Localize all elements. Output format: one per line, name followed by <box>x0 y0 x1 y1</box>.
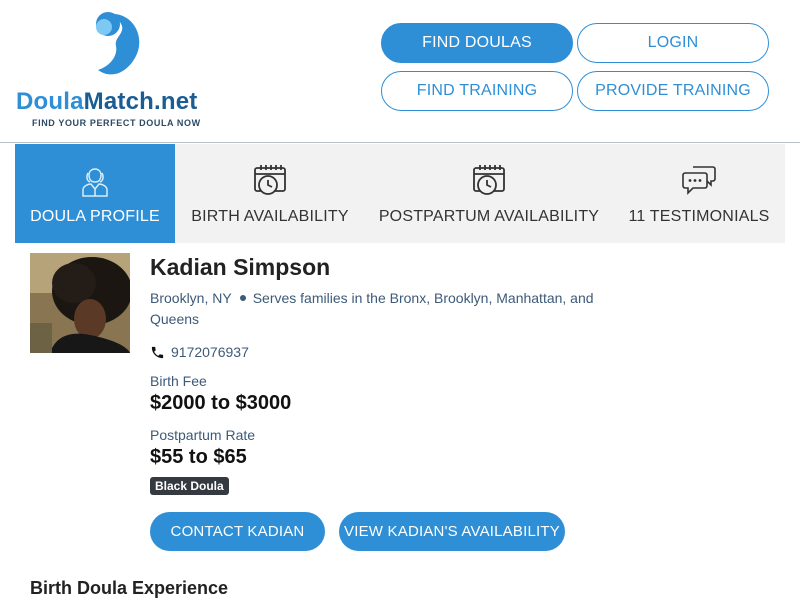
find-training-button[interactable]: FIND TRAINING <box>381 71 573 111</box>
tab-birth-availability[interactable]: BIRTH AVAILABILITY <box>175 144 365 243</box>
logo-wordmark: DoulaMatch.net <box>16 88 197 116</box>
calendar-clock-icon <box>254 165 286 195</box>
doula-phone[interactable]: 9172076937 <box>150 344 249 360</box>
logo-word-part2: Match.net <box>83 88 198 115</box>
separator-dot <box>239 295 246 302</box>
site-logo[interactable]: DoulaMatch.net FIND YOUR PERFECT DOULA N… <box>16 10 221 132</box>
doula-profile-photo <box>30 253 130 353</box>
provide-training-button[interactable]: PROVIDE TRAINING <box>577 71 769 111</box>
tab-doula-profile[interactable]: DOULA PROFILE <box>15 144 175 243</box>
doula-city: Brooklyn, NY <box>150 290 232 306</box>
find-doulas-button[interactable]: FIND DOULAS <box>381 23 573 63</box>
postpartum-rate-label: Postpartum Rate <box>150 427 256 443</box>
birth-fee-label: Birth Fee <box>150 373 207 389</box>
view-availability-button[interactable]: VIEW KADIAN'S AVAILABILITY <box>339 512 565 551</box>
login-button[interactable]: LOGIN <box>577 23 769 63</box>
black-doula-badge: Black Doula <box>150 477 229 495</box>
site-header: DoulaMatch.net FIND YOUR PERFECT DOULA N… <box>0 0 800 143</box>
tab-label: BIRTH AVAILABILITY <box>191 208 349 225</box>
tab-postpartum-availability[interactable]: POSTPARTUM AVAILABILITY <box>365 144 613 243</box>
doula-name: Kadian Simpson <box>150 254 331 280</box>
birth-fee-value: $2000 to $3000 <box>150 392 292 414</box>
doula-location: Brooklyn, NY Serves families in the Bronx… <box>150 288 640 330</box>
dm-logo-icon <box>96 12 140 75</box>
calendar-clock-icon <box>473 165 505 195</box>
contact-doula-button[interactable]: CONTACT KADIAN <box>150 512 325 551</box>
logo-word-part1: Doula <box>16 88 84 115</box>
logo-tagline: FIND YOUR PERFECT DOULA NOW <box>32 118 201 128</box>
profile-tabs: DOULA PROFILE BIRTH AVAILABILITY POSTPAR… <box>15 144 785 243</box>
tab-label: POSTPARTUM AVAILABILITY <box>378 208 600 225</box>
postpartum-rate-value: $55 to $65 <box>150 446 247 468</box>
chat-bubbles-icon <box>682 166 716 195</box>
tab-label: DOULA PROFILE <box>30 208 160 225</box>
birth-doula-experience-heading: Birth Doula Experience <box>30 578 229 598</box>
phone-number[interactable]: 9172076937 <box>171 344 249 360</box>
phone-icon <box>151 346 164 358</box>
doula-person-icon <box>82 168 108 197</box>
tab-label: 11 TESTIMONIALS <box>628 208 770 225</box>
tab-testimonials[interactable]: 11 TESTIMONIALS <box>613 144 785 243</box>
